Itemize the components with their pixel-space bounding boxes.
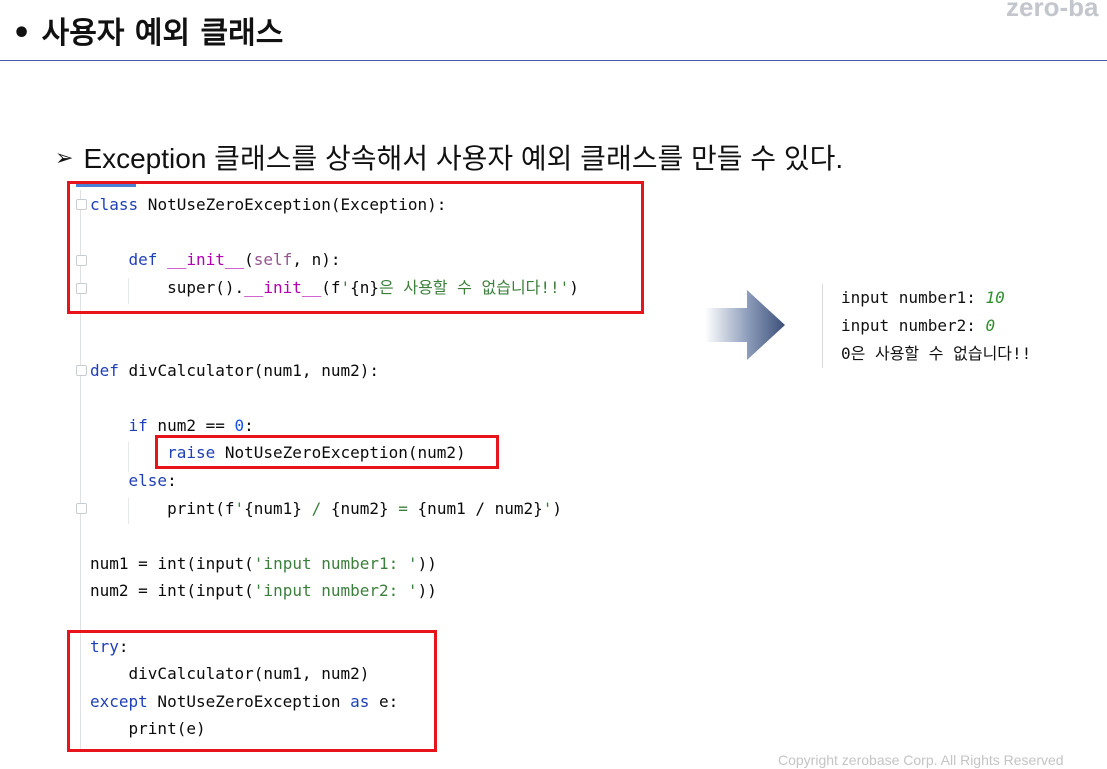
class-definition-highlight xyxy=(67,181,644,314)
page-title: • 사용자 예외 클래스 xyxy=(12,16,284,51)
console-output: input number1: 10 input number2: 0 0은 사용… xyxy=(822,284,1031,368)
output-line: input number1: 10 xyxy=(841,288,1005,307)
raise-statement-highlight xyxy=(155,435,499,469)
try-except-highlight xyxy=(67,630,437,752)
bullet-text: Exception 클래스를 상속해서 사용자 예외 클래스를 만들 수 있다. xyxy=(83,143,844,174)
code-line: else: xyxy=(128,471,177,490)
arrow-bullet-icon: ➢ xyxy=(55,145,74,170)
bullet-point: ➢ Exception 클래스를 상속해서 사용자 예외 클래스를 만들 수 있다… xyxy=(55,137,843,177)
output-line: 0은 사용할 수 없습니다!! xyxy=(841,344,1032,363)
fold-marker-icon xyxy=(76,365,87,376)
code-line: print(f'{num1} / {num2} = {num1 / num2}'… xyxy=(167,498,563,518)
brand-logo: zero-ba xyxy=(1006,0,1099,22)
code-line: if num2 == 0: xyxy=(128,415,254,435)
code-line: num2 = int(input('input number2: ')) xyxy=(90,581,437,601)
code-line: num1 = int(input('input number1: ')) xyxy=(90,553,437,573)
title-divider xyxy=(0,60,1107,61)
fold-marker-icon xyxy=(76,503,87,514)
output-line: input number2: 0 xyxy=(841,316,996,335)
result-arrow-icon xyxy=(705,290,785,360)
copyright-notice: Copyright zerobase Corp. All Rights Rese… xyxy=(778,752,1064,768)
code-line: def divCalculator(num1, num2): xyxy=(90,360,379,380)
